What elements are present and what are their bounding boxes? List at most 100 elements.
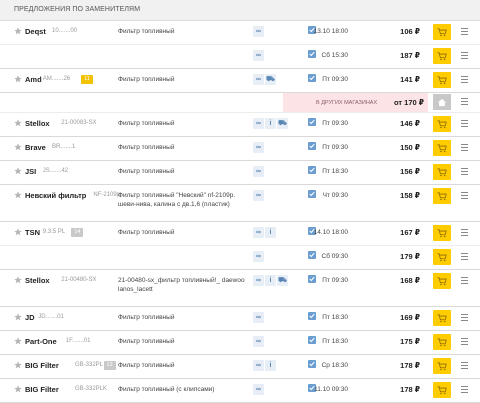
- brand-name[interactable]: Part-One: [25, 337, 57, 346]
- brand-name[interactable]: Невский фильтр: [25, 191, 86, 200]
- link-icon[interactable]: ∞: [253, 118, 264, 129]
- availability-checkbox[interactable]: [308, 251, 316, 259]
- table-row: ∞ Сб 15:30 187 ₽: [0, 45, 480, 69]
- article-number: AM.......26: [42, 76, 71, 82]
- menu-icon[interactable]: [461, 362, 468, 371]
- availability-checkbox[interactable]: [308, 336, 316, 344]
- star-icon[interactable]: [14, 337, 22, 345]
- info-icon[interactable]: i: [265, 275, 276, 286]
- availability-checkbox[interactable]: [308, 275, 316, 283]
- brand-name[interactable]: Stellox: [25, 119, 50, 128]
- menu-icon[interactable]: [461, 386, 468, 395]
- home-icon[interactable]: [433, 94, 451, 110]
- link-icon[interactable]: ∞: [253, 384, 264, 395]
- availability-checkbox[interactable]: [308, 312, 316, 320]
- info-icons: ∞ i ⛟: [253, 275, 289, 286]
- link-icon[interactable]: ∞: [253, 251, 264, 262]
- delivery-date: 11.10 09:30: [314, 386, 348, 393]
- star-icon[interactable]: [14, 143, 22, 151]
- add-to-cart-button[interactable]: [433, 72, 451, 88]
- add-to-cart-button[interactable]: [433, 116, 451, 132]
- menu-icon[interactable]: [461, 28, 468, 37]
- link-icon[interactable]: ∞: [253, 190, 264, 201]
- menu-icon[interactable]: [461, 314, 468, 323]
- menu-icon[interactable]: [461, 229, 468, 238]
- star-icon[interactable]: [14, 191, 22, 199]
- brand-name[interactable]: TSN: [25, 228, 40, 237]
- add-to-cart-button[interactable]: [433, 188, 451, 204]
- menu-icon[interactable]: [461, 277, 468, 286]
- add-to-cart-button[interactable]: [433, 164, 451, 180]
- star-icon[interactable]: [14, 361, 22, 369]
- link-icon[interactable]: ∞: [253, 227, 264, 238]
- availability-checkbox[interactable]: [308, 166, 316, 174]
- link-icon[interactable]: ∞: [253, 74, 264, 85]
- availability-checkbox[interactable]: [308, 50, 316, 58]
- part-description: Фильтр топливный: [118, 338, 175, 345]
- link-icon[interactable]: ∞: [253, 275, 264, 286]
- price: 187 ₽: [400, 51, 420, 60]
- add-to-cart-button[interactable]: [433, 249, 451, 265]
- info-icon[interactable]: i: [265, 118, 276, 129]
- link-icon[interactable]: ∞: [253, 312, 264, 323]
- availability-checkbox[interactable]: [308, 118, 316, 126]
- star-icon[interactable]: [14, 75, 22, 83]
- availability-checkbox[interactable]: [308, 74, 316, 82]
- add-to-cart-button[interactable]: [433, 273, 451, 289]
- add-to-cart-button[interactable]: [433, 225, 451, 241]
- link-icon[interactable]: ∞: [253, 50, 264, 61]
- menu-icon[interactable]: [461, 144, 468, 153]
- star-icon[interactable]: [14, 276, 22, 284]
- car-icon[interactable]: ⛟: [277, 275, 288, 286]
- price: 178 ₽: [400, 361, 420, 370]
- price: 156 ₽: [400, 167, 420, 176]
- brand-name[interactable]: BIG Filter: [25, 361, 59, 370]
- link-icon[interactable]: ∞: [253, 26, 264, 37]
- menu-icon[interactable]: [461, 253, 468, 262]
- price: 178 ₽: [400, 385, 420, 394]
- brand-name[interactable]: Brave: [25, 143, 46, 152]
- brand-name[interactable]: Amd: [25, 75, 42, 84]
- part-description: Фильтр топливный: [118, 76, 175, 83]
- star-icon[interactable]: [14, 313, 22, 321]
- menu-icon[interactable]: [461, 52, 468, 61]
- article-number: GB-332PL: [75, 362, 104, 368]
- menu-icon[interactable]: [461, 76, 468, 85]
- menu-icon[interactable]: [461, 338, 468, 347]
- add-to-cart-button[interactable]: [433, 48, 451, 64]
- menu-icon[interactable]: [461, 168, 468, 177]
- car-icon[interactable]: ⛟: [265, 74, 276, 85]
- brand-name[interactable]: BIG Filter: [25, 385, 59, 394]
- table-row: Deqst 10.......00 Фильтр топливный ∞ 13.10 1…: [0, 21, 480, 45]
- brand-name[interactable]: Deqst: [25, 27, 46, 36]
- link-icon[interactable]: ∞: [253, 336, 264, 347]
- menu-icon[interactable]: [461, 192, 468, 201]
- info-icon[interactable]: i: [265, 227, 276, 238]
- star-icon[interactable]: [14, 27, 22, 35]
- brand-name[interactable]: Stellox: [25, 276, 50, 285]
- star-icon[interactable]: [14, 385, 22, 393]
- add-to-cart-button[interactable]: [433, 310, 451, 326]
- delivery-date: Пт 09:30: [322, 120, 348, 127]
- menu-icon[interactable]: [461, 98, 468, 107]
- star-icon[interactable]: [14, 167, 22, 175]
- add-to-cart-button[interactable]: [433, 24, 451, 40]
- availability-checkbox[interactable]: [308, 142, 316, 150]
- star-icon[interactable]: [14, 228, 22, 236]
- add-to-cart-button[interactable]: [433, 334, 451, 350]
- delivery-date: Сб 09:30: [321, 253, 349, 260]
- link-icon[interactable]: ∞: [253, 166, 264, 177]
- star-icon[interactable]: [14, 119, 22, 127]
- link-icon[interactable]: ∞: [253, 360, 264, 371]
- add-to-cart-button[interactable]: [433, 382, 451, 398]
- car-icon[interactable]: ⛟: [277, 118, 288, 129]
- brand-name[interactable]: JSI: [25, 167, 36, 176]
- add-to-cart-button[interactable]: [433, 140, 451, 156]
- link-icon[interactable]: ∞: [253, 142, 264, 153]
- menu-icon[interactable]: [461, 120, 468, 129]
- add-to-cart-button[interactable]: [433, 358, 451, 374]
- availability-checkbox[interactable]: [308, 190, 316, 198]
- availability-checkbox[interactable]: [308, 360, 316, 368]
- info-icon[interactable]: i: [265, 360, 276, 371]
- brand-name[interactable]: JD: [25, 313, 35, 322]
